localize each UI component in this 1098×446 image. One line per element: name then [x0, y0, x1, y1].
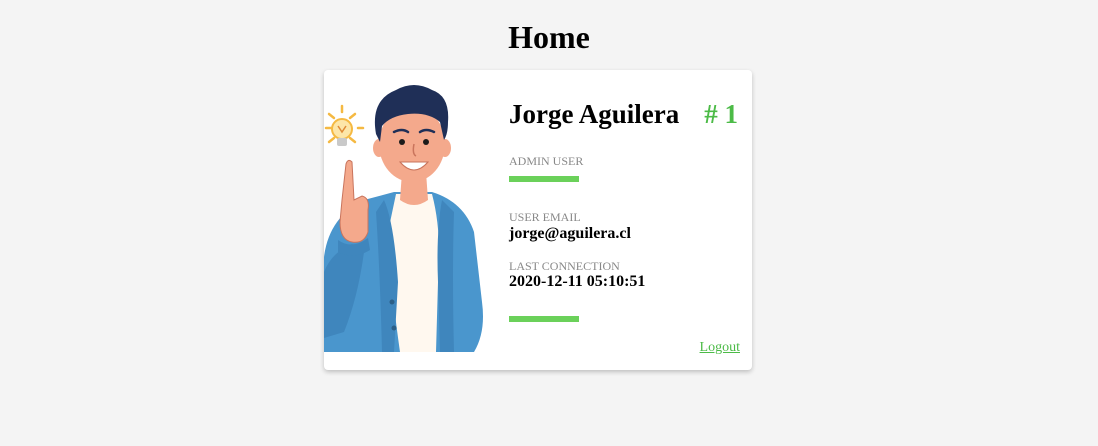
page-title: Home	[508, 19, 590, 55]
last-connection-value: 2020-12-11 05:10:51	[509, 273, 646, 290]
accent-bar-top	[509, 176, 579, 182]
profile-card: Jorge Aguilera # 1 ADMIN USER USER EMAIL…	[324, 70, 752, 370]
avatar-illustration-icon	[324, 85, 483, 352]
user-rank: # 1	[704, 99, 738, 129]
profile-info: Jorge Aguilera # 1 ADMIN USER USER EMAIL…	[509, 70, 744, 370]
user-name: Jorge Aguilera	[509, 99, 680, 129]
logout-link[interactable]: Logout	[700, 340, 740, 356]
last-connection-label: LAST CONNECTION	[509, 259, 620, 273]
accent-bar-bottom	[509, 316, 579, 322]
user-role: ADMIN USER	[509, 154, 584, 168]
email-label: USER EMAIL	[509, 210, 581, 224]
email-value: jorge@aguilera.cl	[509, 225, 631, 242]
name-row: Jorge Aguilera # 1	[509, 96, 744, 136]
